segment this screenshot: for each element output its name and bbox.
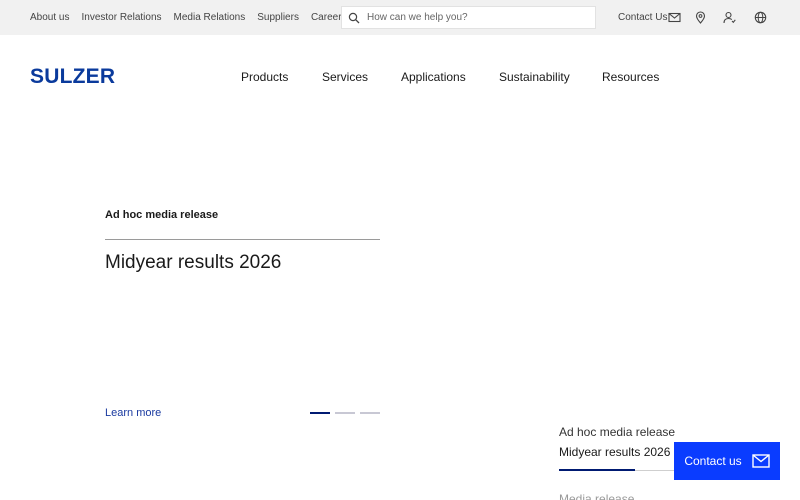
contact-us-label: Contact Us <box>618 12 668 23</box>
nav-item-products[interactable]: Products <box>241 70 288 84</box>
news-item-1-title[interactable]: Midyear results 2026 <box>559 445 670 459</box>
utility-links: About us Investor Relations Media Relati… <box>30 12 347 24</box>
contact-us-button[interactable]: Contact us <box>674 442 780 480</box>
search-input[interactable] <box>367 7 592 28</box>
main-nav: Products Services Applications Sustainab… <box>0 70 800 86</box>
news-item-2-tag[interactable]: Media release <box>559 492 634 500</box>
carousel-indicators <box>310 412 380 414</box>
nav-item-resources[interactable]: Resources <box>602 70 659 84</box>
hero-divider <box>105 239 380 240</box>
hero-title: Midyear results 2026 <box>105 252 282 273</box>
news-item-1-tag: Ad hoc media release <box>559 425 676 439</box>
mail-icon <box>751 454 770 468</box>
utility-link-investor-relations[interactable]: Investor Relations <box>81 12 161 24</box>
globe-icon[interactable] <box>754 11 767 24</box>
learn-more-link[interactable]: Learn more <box>105 407 161 419</box>
carousel-dot-2[interactable] <box>335 412 355 414</box>
utility-link-suppliers[interactable]: Suppliers <box>257 12 299 24</box>
utility-link-media-relations[interactable]: Media Relations <box>174 12 246 24</box>
carousel-dot-1[interactable] <box>310 412 330 414</box>
news-item-1-progress <box>559 469 635 471</box>
nav-item-services[interactable]: Services <box>322 70 368 84</box>
search-icon[interactable] <box>348 12 360 24</box>
location-pin-icon[interactable] <box>694 11 707 24</box>
utility-bar: About us Investor Relations Media Relati… <box>0 0 800 35</box>
utility-link-about-us[interactable]: About us <box>30 12 69 24</box>
hero-eyebrow: Ad hoc media release <box>105 209 219 221</box>
nav-item-sustainability[interactable]: Sustainability <box>499 70 570 84</box>
search-box <box>341 6 596 29</box>
user-icon[interactable] <box>723 11 736 24</box>
nav-item-applications[interactable]: Applications <box>401 70 466 84</box>
carousel-dot-3[interactable] <box>360 412 380 414</box>
contact-us-button-label: Contact us <box>684 454 742 468</box>
contact-us-link[interactable]: Contact Us <box>618 11 667 24</box>
mail-icon[interactable] <box>668 11 681 24</box>
news-item-1-progress-track <box>635 470 675 471</box>
